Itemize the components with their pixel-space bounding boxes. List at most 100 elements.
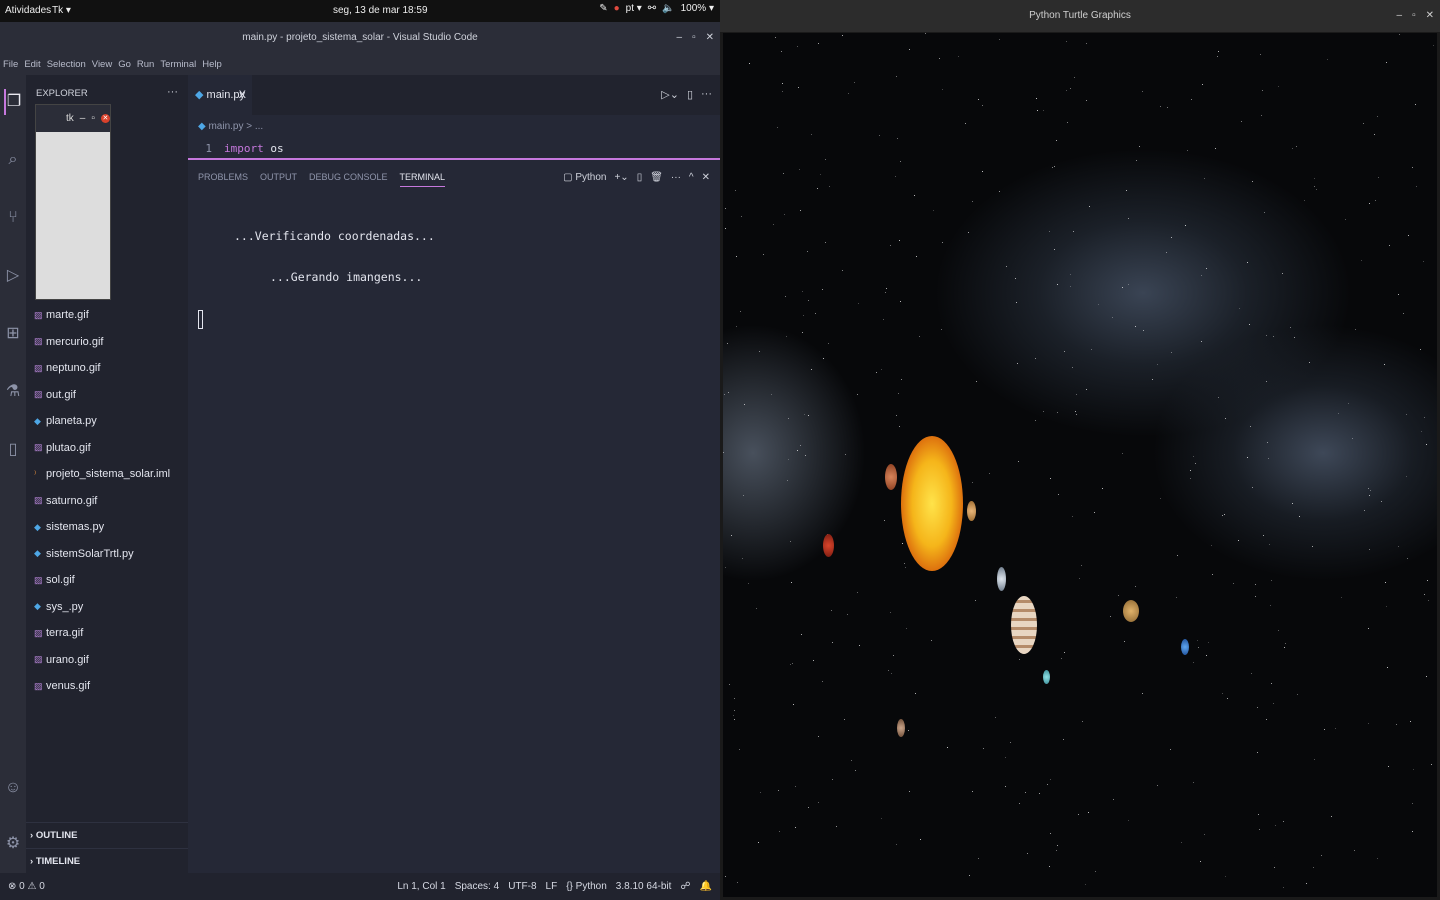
problems-indicator[interactable]: ⊗ 0 ⚠ 0 — [8, 873, 45, 900]
encoding[interactable]: UTF-8 — [508, 873, 536, 900]
panel-more-icon[interactable]: ··· — [671, 172, 681, 183]
language-mode[interactable]: {} Python — [566, 873, 607, 900]
file-item[interactable]: ▨ out.gif — [26, 382, 188, 409]
maximize-button[interactable]: ▫ — [692, 22, 696, 53]
language-selector[interactable]: pt ▾ — [626, 3, 642, 14]
file-name: sistemSolarTrtl.py — [46, 547, 134, 560]
star — [982, 105, 983, 106]
chrome-icon[interactable]: ● — [614, 3, 620, 14]
star — [1227, 698, 1228, 699]
star — [795, 786, 796, 787]
panel-tabs: PROBLEMS OUTPUT DEBUG CONSOLE TERMINAL — [198, 172, 446, 187]
file-item[interactable]: ▨ marte.gif — [26, 302, 188, 329]
tk-close-button[interactable]: ✕ — [100, 114, 110, 123]
tab-debug-console[interactable]: DEBUG CONSOLE — [309, 172, 388, 187]
file-item[interactable]: ⁾ projeto_sistema_solar.iml — [26, 461, 188, 488]
menu-view[interactable]: View — [92, 59, 112, 70]
tk-minimize-button[interactable]: – — [80, 113, 86, 124]
tab-main-py[interactable]: ◆ main.py X — [188, 75, 252, 115]
timeline-section[interactable]: › TIMELINE — [26, 848, 188, 873]
split-terminal-icon[interactable]: ▯ — [637, 172, 643, 183]
star — [1258, 814, 1259, 815]
line-ending[interactable]: LF — [546, 873, 558, 900]
star — [1181, 842, 1182, 843]
settings-gear-icon[interactable]: ⚙ — [4, 831, 22, 857]
close-button[interactable]: ✕ — [1426, 0, 1434, 32]
terminal-selector[interactable]: ▢ Python — [563, 172, 606, 183]
turtle-canvas[interactable] — [723, 33, 1437, 897]
close-tab-icon[interactable]: X — [239, 75, 246, 115]
file-item[interactable]: ▨ sol.gif — [26, 567, 188, 594]
activities-button[interactable]: Atividades — [5, 5, 51, 16]
breadcrumb[interactable]: ◆ main.py > ... — [188, 115, 720, 139]
tk-maximize-button[interactable]: ▫ — [91, 113, 95, 124]
close-button[interactable]: ✕ — [706, 22, 714, 53]
split-editor-icon[interactable]: ▯ — [687, 88, 693, 101]
close-panel-icon[interactable]: ✕ — [702, 172, 710, 183]
account-icon[interactable]: ☺ — [4, 775, 22, 801]
python-interpreter[interactable]: 3.8.10 64-bit — [616, 873, 672, 900]
tk-window[interactable]: tk – ▫ ✕ — [35, 104, 111, 300]
indentation[interactable]: Spaces: 4 — [455, 873, 499, 900]
run-debug-icon[interactable]: ▷ — [4, 263, 22, 289]
file-item[interactable]: ▨ neptuno.gif — [26, 355, 188, 382]
tk-titlebar[interactable]: tk – ▫ ✕ — [36, 105, 110, 132]
star — [727, 343, 728, 344]
testing-icon[interactable]: ⚗ — [4, 379, 22, 405]
editor-more-icon[interactable]: ··· — [701, 88, 712, 101]
file-item[interactable]: ◆ planeta.py — [26, 408, 188, 435]
tab-output[interactable]: OUTPUT — [260, 172, 297, 187]
star — [782, 91, 783, 92]
code-line[interactable]: 1 import os — [188, 139, 720, 159]
menu-file[interactable]: File — [3, 59, 18, 70]
system-tray[interactable]: ✎ ● pt ▾ ⚯ 🔈 100% ▾ — [599, 3, 714, 14]
file-item[interactable]: ▨ terra.gif — [26, 620, 188, 647]
cursor-position[interactable]: Ln 1, Col 1 — [397, 873, 445, 900]
menu-edit[interactable]: Edit — [24, 59, 40, 70]
tab-terminal[interactable]: TERMINAL — [399, 172, 446, 187]
star — [842, 270, 843, 271]
window-titlebar[interactable]: main.py - projeto_sistema_solar - Visual… — [0, 22, 720, 53]
menu-run[interactable]: Run — [137, 59, 154, 70]
notebook-icon[interactable]: ▯ — [4, 437, 22, 463]
file-item[interactable]: ▨ mercurio.gif — [26, 329, 188, 356]
explorer-icon[interactable]: ❐ — [4, 89, 22, 115]
star — [748, 583, 749, 584]
file-item[interactable]: ▨ venus.gif — [26, 673, 188, 700]
turtle-titlebar[interactable]: Python Turtle Graphics – ▫ ✕ — [720, 0, 1440, 32]
file-item[interactable]: ▨ urano.gif — [26, 647, 188, 674]
menu-go[interactable]: Go — [118, 59, 131, 70]
outline-section[interactable]: › OUTLINE — [26, 822, 188, 847]
source-control-icon[interactable]: ⑂ — [4, 205, 22, 231]
star — [1352, 438, 1353, 439]
bell-icon[interactable]: 🔔 — [700, 873, 712, 900]
star — [1076, 414, 1077, 415]
file-item[interactable]: ◆ sistemas.py — [26, 514, 188, 541]
pen-icon[interactable]: ✎ — [599, 3, 607, 14]
star — [1408, 235, 1409, 236]
file-item[interactable]: ◆ sys_.py — [26, 594, 188, 621]
app-menu[interactable]: Tk ▾ — [52, 5, 71, 16]
feedback-icon[interactable]: ☍ — [680, 873, 690, 900]
more-actions-icon[interactable]: ··· — [167, 86, 178, 98]
file-item[interactable]: ◆ sistemSolarTrtl.py — [26, 541, 188, 568]
battery-indicator[interactable]: 100% ▾ — [681, 3, 714, 14]
menu-selection[interactable]: Selection — [47, 59, 86, 70]
star — [1072, 367, 1073, 368]
trash-icon[interactable]: 🗑 — [650, 172, 663, 183]
maximize-panel-icon[interactable]: ^ — [689, 172, 694, 183]
star — [1197, 640, 1198, 641]
run-python-icon[interactable]: ▷⌄ — [661, 88, 679, 101]
minimize-button[interactable]: – — [1397, 0, 1403, 32]
menu-help[interactable]: Help — [202, 59, 222, 70]
menu-terminal[interactable]: Terminal — [160, 59, 196, 70]
search-icon[interactable]: ⌕ — [4, 147, 22, 173]
tab-problems[interactable]: PROBLEMS — [198, 172, 248, 187]
maximize-button[interactable]: ▫ — [1412, 0, 1416, 32]
minimize-button[interactable]: – — [677, 22, 683, 53]
file-item[interactable]: ▨ plutao.gif — [26, 435, 188, 462]
clock[interactable]: seg, 13 de mar 18:59 — [333, 5, 428, 16]
new-terminal-icon[interactable]: +⌄ — [614, 172, 628, 183]
file-item[interactable]: ▨ saturno.gif — [26, 488, 188, 515]
extensions-icon[interactable]: ⊞ — [4, 321, 22, 347]
